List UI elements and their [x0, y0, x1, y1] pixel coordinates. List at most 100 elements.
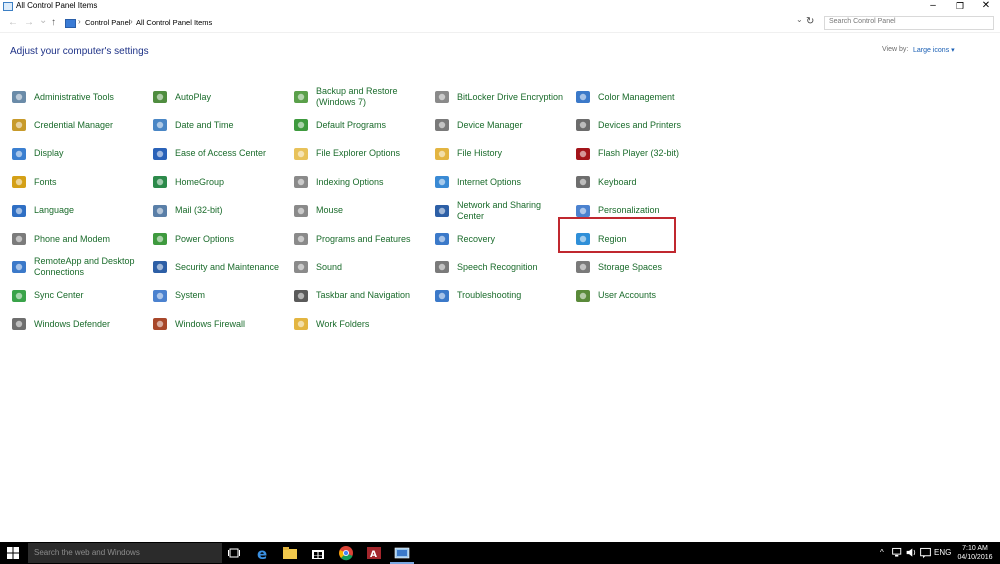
notification-tray-icon[interactable] [919, 546, 932, 559]
control-panel-item[interactable]: Sound [292, 254, 427, 280]
control-panel-item[interactable]: Power Options [151, 226, 286, 252]
restore-button[interactable]: ❐ [947, 0, 973, 13]
control-panel-item-label[interactable]: Internet Options [457, 169, 521, 195]
task-view-icon[interactable] [226, 545, 242, 561]
control-panel-item[interactable]: Backup and Restore (Windows 7) [292, 84, 427, 110]
control-panel-item-label[interactable]: Programs and Features [316, 226, 411, 252]
control-panel-item-label[interactable]: Recovery [457, 226, 495, 252]
control-panel-item[interactable]: System [151, 283, 286, 309]
view-by-dropdown[interactable]: Large icons ▾ [913, 46, 955, 54]
control-panel-item[interactable]: Mouse [292, 198, 427, 224]
control-panel-item[interactable]: File Explorer Options [292, 141, 427, 167]
control-panel-item[interactable]: Taskbar and Navigation [292, 283, 427, 309]
control-panel-item[interactable]: Sync Center [10, 283, 145, 309]
control-panel-item[interactable]: Mail (32-bit) [151, 198, 286, 224]
control-panel-item-label[interactable]: File Explorer Options [316, 141, 400, 167]
control-panel-item-label[interactable]: Display [34, 141, 64, 167]
control-panel-item-label[interactable]: Keyboard [598, 169, 637, 195]
address-dropdown-button[interactable]: ⌄ [796, 15, 803, 24]
taskbar-search-box[interactable]: Search the web and Windows [28, 543, 222, 563]
control-panel-item-label[interactable]: Administrative Tools [34, 84, 114, 110]
control-panel-item-label[interactable]: Security and Maintenance [175, 254, 279, 280]
control-panel-item[interactable]: Devices and Printers [574, 112, 709, 138]
control-panel-item[interactable]: Programs and Features [292, 226, 427, 252]
control-panel-item[interactable]: Internet Options [433, 169, 568, 195]
control-panel-item[interactable]: Storage Spaces [574, 254, 709, 280]
control-panel-item[interactable]: Troubleshooting [433, 283, 568, 309]
control-panel-item-label[interactable]: User Accounts [598, 283, 656, 309]
breadcrumb-all-items[interactable]: All Control Panel Items [136, 18, 212, 27]
control-panel-taskbar-icon[interactable] [394, 545, 410, 561]
access-app-icon[interactable]: A [366, 545, 382, 561]
up-button[interactable]: ↑ [51, 17, 56, 29]
control-panel-item[interactable]: Default Programs [292, 112, 427, 138]
control-panel-item[interactable]: Device Manager [433, 112, 568, 138]
control-panel-item[interactable]: BitLocker Drive Encryption [433, 84, 568, 110]
control-panel-item[interactable]: Speech Recognition [433, 254, 568, 280]
control-panel-item[interactable]: Indexing Options [292, 169, 427, 195]
minimize-button[interactable]: – [920, 0, 946, 13]
volume-tray-icon[interactable] [905, 546, 918, 559]
control-panel-item-label[interactable]: Ease of Access Center [175, 141, 266, 167]
address-box[interactable]: › Control Panel › All Control Panel Item… [62, 15, 808, 31]
control-panel-item-label[interactable]: RemoteApp and Desktop Connections [34, 254, 135, 280]
control-panel-item[interactable]: Windows Firewall [151, 311, 286, 337]
search-control-panel-input[interactable]: Search Control Panel [824, 16, 994, 30]
breadcrumb-separator[interactable]: › [130, 17, 133, 26]
edge-icon[interactable]: e [254, 545, 270, 561]
control-panel-item[interactable]: Credential Manager [10, 112, 145, 138]
recent-locations-button[interactable]: ⌄ [39, 15, 47, 27]
system-clock[interactable]: 7:10 AM 04/10/2016 [955, 544, 995, 562]
control-panel-item-label[interactable]: Sync Center [34, 283, 84, 309]
control-panel-item[interactable]: Security and Maintenance [151, 254, 286, 280]
control-panel-item-label[interactable]: AutoPlay [175, 84, 211, 110]
control-panel-item[interactable]: Work Folders [292, 311, 427, 337]
control-panel-item-label[interactable]: Fonts [34, 169, 57, 195]
control-panel-item[interactable]: File History [433, 141, 568, 167]
control-panel-item[interactable]: Language [10, 198, 145, 224]
control-panel-item-label[interactable]: HomeGroup [175, 169, 224, 195]
control-panel-item[interactable]: Recovery [433, 226, 568, 252]
control-panel-item[interactable]: Flash Player (32-bit) [574, 141, 709, 167]
control-panel-item-label[interactable]: Windows Firewall [175, 311, 245, 337]
control-panel-item-label[interactable]: Mail (32-bit) [175, 198, 223, 224]
chrome-icon[interactable] [338, 545, 354, 561]
control-panel-item-label[interactable]: File History [457, 141, 502, 167]
show-hidden-icons[interactable]: ^ [880, 548, 884, 557]
control-panel-item-label[interactable]: Flash Player (32-bit) [598, 141, 679, 167]
control-panel-item[interactable]: User Accounts [574, 283, 709, 309]
control-panel-item-label[interactable]: Backup and Restore (Windows 7) [316, 84, 398, 110]
input-language-indicator[interactable]: ENG [934, 548, 951, 557]
control-panel-item-label[interactable]: Mouse [316, 198, 343, 224]
forward-button[interactable]: → [24, 17, 34, 29]
back-button[interactable]: ← [8, 17, 18, 29]
control-panel-item-label[interactable]: Phone and Modem [34, 226, 110, 252]
control-panel-item-label[interactable]: Date and Time [175, 112, 234, 138]
control-panel-item[interactable]: Color Management [574, 84, 709, 110]
control-panel-item-label[interactable]: System [175, 283, 205, 309]
control-panel-item-label[interactable]: Device Manager [457, 112, 523, 138]
control-panel-item-label[interactable]: BitLocker Drive Encryption [457, 84, 563, 110]
control-panel-item-label[interactable]: Work Folders [316, 311, 369, 337]
breadcrumb-separator[interactable]: › [78, 17, 81, 26]
control-panel-item-label[interactable]: Windows Defender [34, 311, 110, 337]
control-panel-item-label[interactable]: Language [34, 198, 74, 224]
control-panel-item[interactable]: Display [10, 141, 145, 167]
control-panel-item[interactable]: Ease of Access Center [151, 141, 286, 167]
control-panel-item[interactable]: RemoteApp and Desktop Connections [10, 254, 145, 280]
refresh-button[interactable]: ↻ [806, 16, 814, 27]
control-panel-item[interactable]: HomeGroup [151, 169, 286, 195]
control-panel-item[interactable]: Fonts [10, 169, 145, 195]
control-panel-item-label[interactable]: Storage Spaces [598, 254, 662, 280]
close-button[interactable]: ✕ [973, 0, 999, 13]
control-panel-item-label[interactable]: Credential Manager [34, 112, 113, 138]
control-panel-item-label[interactable]: Troubleshooting [457, 283, 521, 309]
control-panel-item-label[interactable]: Indexing Options [316, 169, 384, 195]
control-panel-item-label[interactable]: Sound [316, 254, 342, 280]
windows-start-icon[interactable] [7, 547, 19, 559]
control-panel-item[interactable]: Administrative Tools [10, 84, 145, 110]
control-panel-item-label[interactable]: Network and Sharing Center [457, 198, 541, 224]
control-panel-item-label[interactable]: Speech Recognition [457, 254, 538, 280]
control-panel-item[interactable]: Network and Sharing Center [433, 198, 568, 224]
control-panel-item-label[interactable]: Default Programs [316, 112, 386, 138]
